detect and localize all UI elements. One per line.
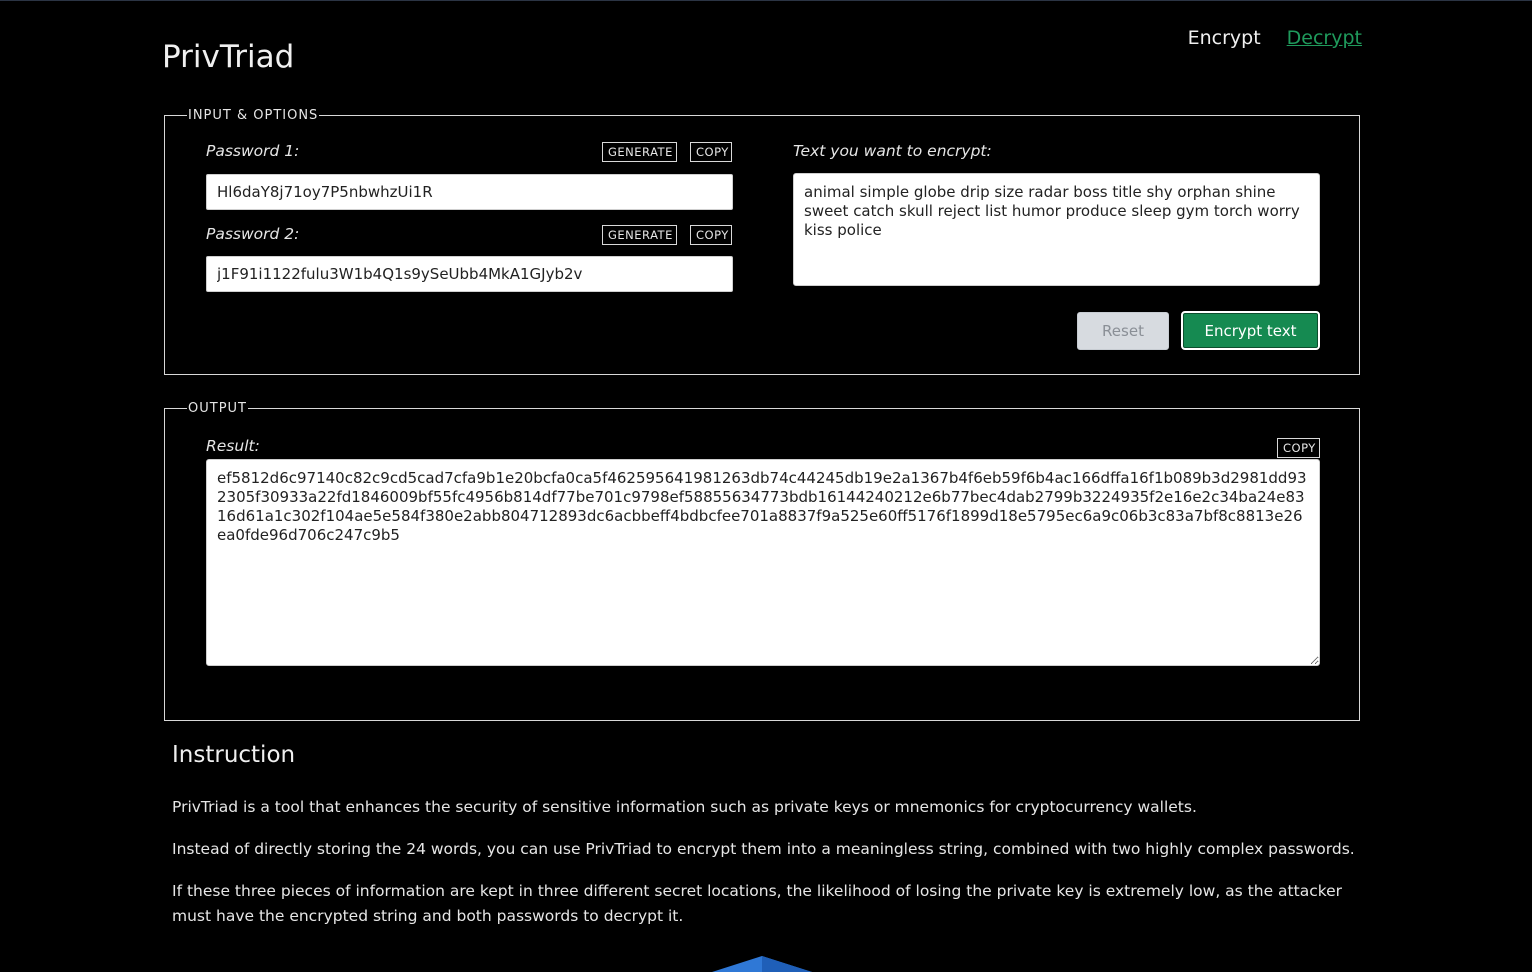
plaintext-label: Text you want to encrypt: — [793, 142, 992, 160]
instruction-heading: Instruction — [172, 742, 296, 768]
password1-generate-button[interactable]: GENERATE — [602, 142, 677, 162]
result-copy-button[interactable]: COPY — [1277, 438, 1320, 458]
password2-label: Password 2: — [206, 225, 300, 243]
password1-copy-button[interactable]: COPY — [690, 142, 732, 162]
input-options-panel: INPUT & OPTIONS Password 1: GENERATE COP… — [164, 108, 1360, 375]
password2-copy-button[interactable]: COPY — [690, 225, 732, 245]
app-title: PrivTriad — [162, 39, 295, 75]
nav-decrypt-link[interactable]: Decrypt — [1287, 27, 1362, 49]
reset-button[interactable]: Reset — [1077, 312, 1169, 350]
input-options-legend: INPUT & OPTIONS — [188, 108, 319, 123]
result-textarea[interactable]: ef5812d6c97140c82c9cd5cad7cfa9b1e20bcfa0… — [206, 459, 1320, 666]
top-nav: Encrypt Decrypt — [1188, 27, 1362, 49]
nav-encrypt-link[interactable]: Encrypt — [1188, 27, 1261, 49]
instruction-paragraph-1: PrivTriad is a tool that enhances the se… — [172, 798, 1197, 816]
shield-logo-icon — [712, 956, 812, 972]
password1-input[interactable] — [206, 174, 733, 210]
plaintext-textarea[interactable]: animal simple globe drip size radar boss… — [793, 173, 1320, 286]
instruction-paragraph-3: If these three pieces of information are… — [172, 882, 1343, 925]
instruction-paragraph-2: Instead of directly storing the 24 words… — [172, 840, 1355, 858]
output-legend: OUTPUT — [188, 401, 247, 416]
password2-generate-button[interactable]: GENERATE — [602, 225, 677, 245]
password2-input[interactable] — [206, 256, 733, 292]
encrypt-text-button[interactable]: Encrypt text — [1181, 311, 1320, 350]
output-panel: OUTPUT Result: COPY ef5812d6c97140c82c9c… — [164, 401, 1360, 721]
password1-label: Password 1: — [206, 142, 300, 160]
result-label: Result: — [206, 437, 260, 455]
